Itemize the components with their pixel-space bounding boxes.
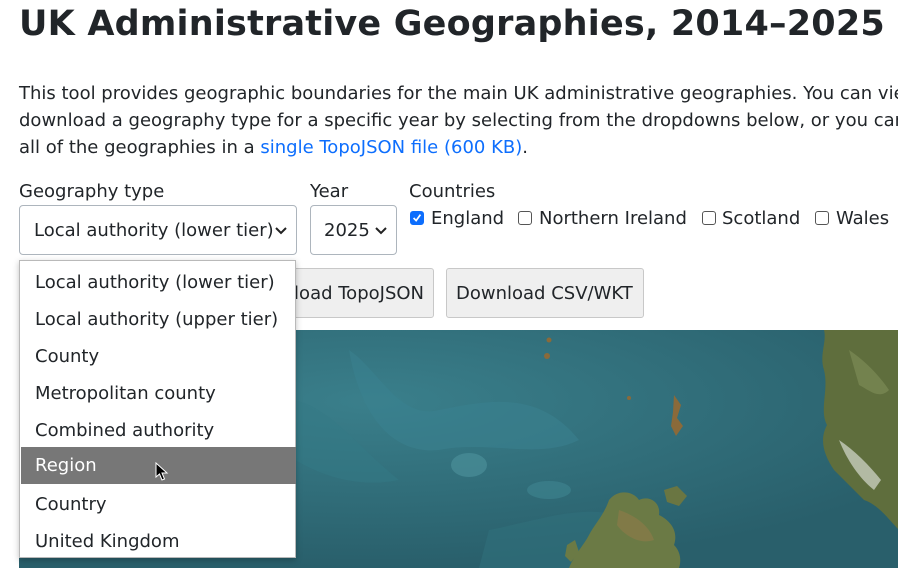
- year-value: 2025: [324, 219, 370, 241]
- england-label: England: [431, 208, 505, 229]
- intro-text-suffix: .: [522, 137, 528, 158]
- intro-line: download a geography type for a specific…: [19, 110, 898, 131]
- geography-type-dropdown[interactable]: Local authority (lower tier) Local autho…: [19, 260, 296, 558]
- wales-label: Wales: [836, 208, 890, 229]
- year-select[interactable]: 2025: [310, 205, 397, 255]
- option-metropolitan-county[interactable]: Metropolitan county: [21, 375, 296, 412]
- download-csv-button[interactable]: Download CSV/WKT: [446, 268, 644, 318]
- option-country[interactable]: Country: [21, 486, 296, 523]
- option-local-authority-upper[interactable]: Local authority (upper tier): [21, 301, 296, 338]
- scotland-label: Scotland: [722, 208, 801, 229]
- option-local-authority-lower[interactable]: Local authority (lower tier): [21, 264, 296, 301]
- intro-text: This tool provides geographic boundaries…: [19, 80, 898, 161]
- option-combined-authority[interactable]: Combined authority: [21, 412, 296, 449]
- download-csv-label: Download CSV/WKT: [456, 282, 633, 304]
- england-checkbox[interactable]: [410, 211, 424, 225]
- wales-checkbox[interactable]: [815, 211, 829, 225]
- geography-type-value: Local authority (lower tier): [34, 219, 274, 241]
- option-county[interactable]: County: [21, 338, 296, 375]
- scotland-checkbox[interactable]: [702, 211, 716, 225]
- intro-text-prefix: all of the geographies in a: [19, 137, 261, 158]
- topojson-file-link[interactable]: single TopoJSON file (600 KB): [260, 137, 522, 158]
- northern-ireland-label: Northern Ireland: [539, 208, 687, 229]
- page-title: UK Administrative Geographies, 2014–2025: [19, 4, 885, 44]
- option-united-kingdom[interactable]: United Kingdom: [21, 523, 296, 560]
- chevron-down-icon: [375, 227, 387, 235]
- northern-ireland-checkbox[interactable]: [518, 211, 532, 225]
- intro-line: This tool provides geographic boundaries…: [19, 83, 898, 104]
- countries-label: Countries: [409, 181, 496, 202]
- geography-type-label: Geography type: [19, 181, 165, 202]
- intro-line: all of the geographies in a single TopoJ…: [19, 134, 898, 161]
- checkmark-icon: [412, 214, 422, 222]
- chevron-down-icon: [275, 227, 287, 235]
- mouse-cursor-icon: [155, 462, 169, 481]
- geography-type-select[interactable]: Local authority (lower tier): [19, 205, 297, 255]
- year-label: Year: [310, 181, 349, 202]
